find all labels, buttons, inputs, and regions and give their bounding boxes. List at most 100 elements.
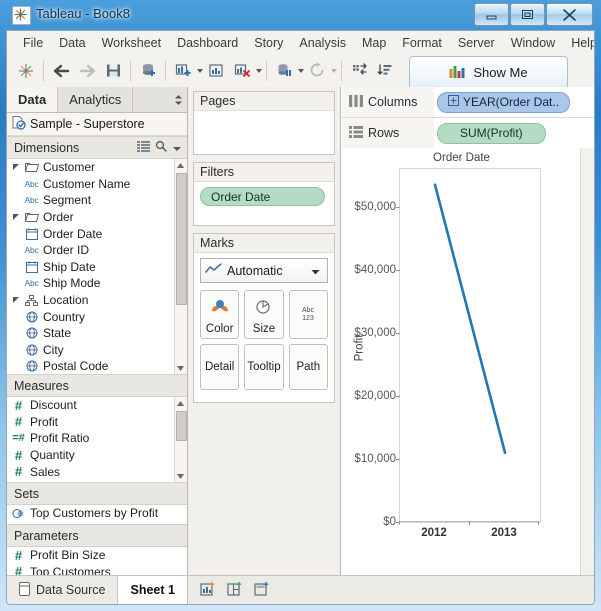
- arrow-right-icon[interactable]: [74, 58, 100, 84]
- filter-pill-order-date[interactable]: Order Date: [200, 187, 325, 206]
- chart-canvas[interactable]: Order Date Profit $0$10,000$20,000$30,00…: [342, 148, 581, 576]
- scroll-down-arrow-icon[interactable]: [175, 362, 186, 374]
- tab-analytics[interactable]: Analytics: [58, 87, 133, 112]
- dimension-postal-code[interactable]: Postal Code: [7, 358, 187, 374]
- group-by-folder-icon[interactable]: [137, 141, 150, 155]
- measure-profit-ratio[interactable]: =# Profit Ratio: [7, 430, 187, 447]
- mark-type-select[interactable]: Automatic: [200, 258, 328, 283]
- arrow-left-icon[interactable]: [48, 58, 74, 84]
- scroll-up-arrow-icon[interactable]: [175, 159, 186, 171]
- dimension-city[interactable]: City: [7, 342, 187, 359]
- chevron-down-icon[interactable]: [172, 141, 182, 155]
- filters-drop-area[interactable]: Order Date: [194, 182, 334, 211]
- scrollbar-thumb[interactable]: [176, 173, 187, 305]
- menu-dashboard[interactable]: Dashboard: [169, 34, 246, 52]
- measure-sales[interactable]: # Sales: [7, 463, 187, 480]
- swap-axes-icon[interactable]: [346, 58, 372, 84]
- dimension-label: Location: [43, 293, 88, 307]
- clear-sheet-icon[interactable]: [229, 58, 255, 84]
- show-me-button[interactable]: Show Me: [409, 56, 568, 87]
- tableau-sparkle-icon[interactable]: [13, 58, 39, 84]
- dimension-order-date[interactable]: Order Date: [7, 225, 187, 242]
- add-data-source-icon[interactable]: [135, 58, 161, 84]
- columns-pill-year-order-date[interactable]: YEAR(Order Dat..: [437, 92, 570, 113]
- refresh-icon[interactable]: [304, 58, 330, 84]
- dimension-ship-date[interactable]: Ship Date: [7, 259, 187, 276]
- duplicate-sheet-icon[interactable]: [203, 58, 229, 84]
- menu-help[interactable]: Help: [563, 34, 595, 52]
- dimension-customer-name[interactable]: Abc Customer Name: [7, 176, 187, 193]
- data-source-tab[interactable]: Data Source: [7, 576, 118, 604]
- dimension-folder-customer[interactable]: Customer: [7, 159, 187, 176]
- menu-worksheet[interactable]: Worksheet: [94, 34, 170, 52]
- pause-auto-update-icon[interactable]: [271, 58, 297, 84]
- sets-tree[interactable]: Top Customers by Profit: [7, 505, 187, 524]
- measures-scrollbar[interactable]: [174, 397, 187, 482]
- menu-analysis[interactable]: Analysis: [291, 34, 354, 52]
- sheet-tab-sheet1[interactable]: Sheet 1: [118, 576, 187, 604]
- collapse-arrow-icon[interactable]: [11, 163, 20, 171]
- menu-window[interactable]: Window: [503, 34, 563, 52]
- parameter-profit-bin-size[interactable]: # Profit Bin Size: [7, 547, 187, 564]
- marks-size-button[interactable]: Size: [244, 290, 283, 339]
- chevron-down-icon[interactable]: [256, 69, 262, 73]
- color-palette-icon: [209, 291, 231, 323]
- data-source-item[interactable]: Sample - Superstore: [7, 113, 187, 136]
- parameters-tree[interactable]: # Profit Bin Size # Top Customers: [7, 547, 187, 576]
- rows-shelf[interactable]: Rows SUM(Profit): [342, 118, 594, 149]
- dimension-ship-mode[interactable]: Abc Ship Mode: [7, 275, 187, 292]
- new-worksheet-icon[interactable]: [170, 58, 196, 84]
- scroll-up-arrow-icon[interactable]: [175, 397, 186, 409]
- dimension-segment[interactable]: Abc Segment: [7, 192, 187, 209]
- marks-color-button[interactable]: Color: [200, 290, 239, 339]
- chevron-down-icon[interactable]: [331, 69, 337, 73]
- set-top-customers-by-profit[interactable]: Top Customers by Profit: [7, 505, 187, 522]
- search-icon[interactable]: [155, 140, 167, 155]
- menu-story[interactable]: Story: [246, 34, 291, 52]
- tab-data[interactable]: Data: [7, 87, 58, 112]
- plot-area[interactable]: $0$10,000$20,000$30,000$40,000$50,000: [399, 168, 541, 523]
- scrollbar-thumb[interactable]: [176, 411, 187, 441]
- dimension-hierarchy-location[interactable]: Location: [7, 292, 187, 309]
- dimensions-tree[interactable]: Customer Abc Customer Name Abc Segment O…: [7, 159, 187, 374]
- menu-format[interactable]: Format: [394, 34, 450, 52]
- marks-detail-button[interactable]: Detail: [200, 344, 239, 390]
- columns-shelf[interactable]: Columns YEAR(Order Dat..: [342, 87, 594, 118]
- collapse-arrow-icon[interactable]: [11, 296, 20, 304]
- new-story-icon[interactable]: [254, 581, 271, 600]
- minimize-button[interactable]: [474, 3, 509, 26]
- y-axis-tick-mark: [396, 396, 400, 397]
- menu-data[interactable]: Data: [51, 34, 93, 52]
- new-worksheet-icon[interactable]: [200, 581, 217, 600]
- collapse-arrow-icon[interactable]: [11, 213, 20, 221]
- save-disk-icon[interactable]: [100, 58, 126, 84]
- dimension-folder-order[interactable]: Order: [7, 209, 187, 226]
- menu-map[interactable]: Map: [354, 34, 394, 52]
- rows-drop-area[interactable]: SUM(Profit): [434, 118, 594, 148]
- plus-box-icon[interactable]: [448, 95, 459, 109]
- chevron-down-icon[interactable]: [311, 264, 320, 278]
- new-dashboard-icon[interactable]: [227, 581, 244, 600]
- marks-path-button[interactable]: Path: [289, 344, 328, 390]
- pages-drop-area[interactable]: [194, 111, 334, 121]
- measure-discount[interactable]: # Discount: [7, 397, 187, 414]
- measure-profit[interactable]: # Profit: [7, 414, 187, 431]
- menu-file[interactable]: File: [15, 34, 51, 52]
- measures-tree[interactable]: # Discount # Profit =# Profit Ratio # Qu…: [7, 397, 187, 482]
- menu-server[interactable]: Server: [450, 34, 503, 52]
- sort-descending-icon[interactable]: [372, 58, 398, 84]
- dimension-state[interactable]: State: [7, 325, 187, 342]
- scroll-down-arrow-icon[interactable]: [175, 470, 186, 482]
- viz-vertical-scrollbar[interactable]: [580, 148, 594, 576]
- dimension-country[interactable]: Country: [7, 308, 187, 325]
- restore-button[interactable]: [510, 3, 545, 26]
- columns-drop-area[interactable]: YEAR(Order Dat..: [434, 87, 594, 117]
- marks-tooltip-button[interactable]: Tooltip: [244, 344, 283, 390]
- rows-pill-sum-profit[interactable]: SUM(Profit): [437, 123, 546, 144]
- measure-quantity[interactable]: # Quantity: [7, 447, 187, 464]
- pane-collapse-button[interactable]: [169, 87, 187, 112]
- close-button[interactable]: [546, 3, 593, 26]
- dimensions-scrollbar[interactable]: [174, 159, 187, 374]
- dimension-order-id[interactable]: Abc Order ID: [7, 242, 187, 259]
- marks-label-button[interactable]: Abc 123: [289, 290, 328, 339]
